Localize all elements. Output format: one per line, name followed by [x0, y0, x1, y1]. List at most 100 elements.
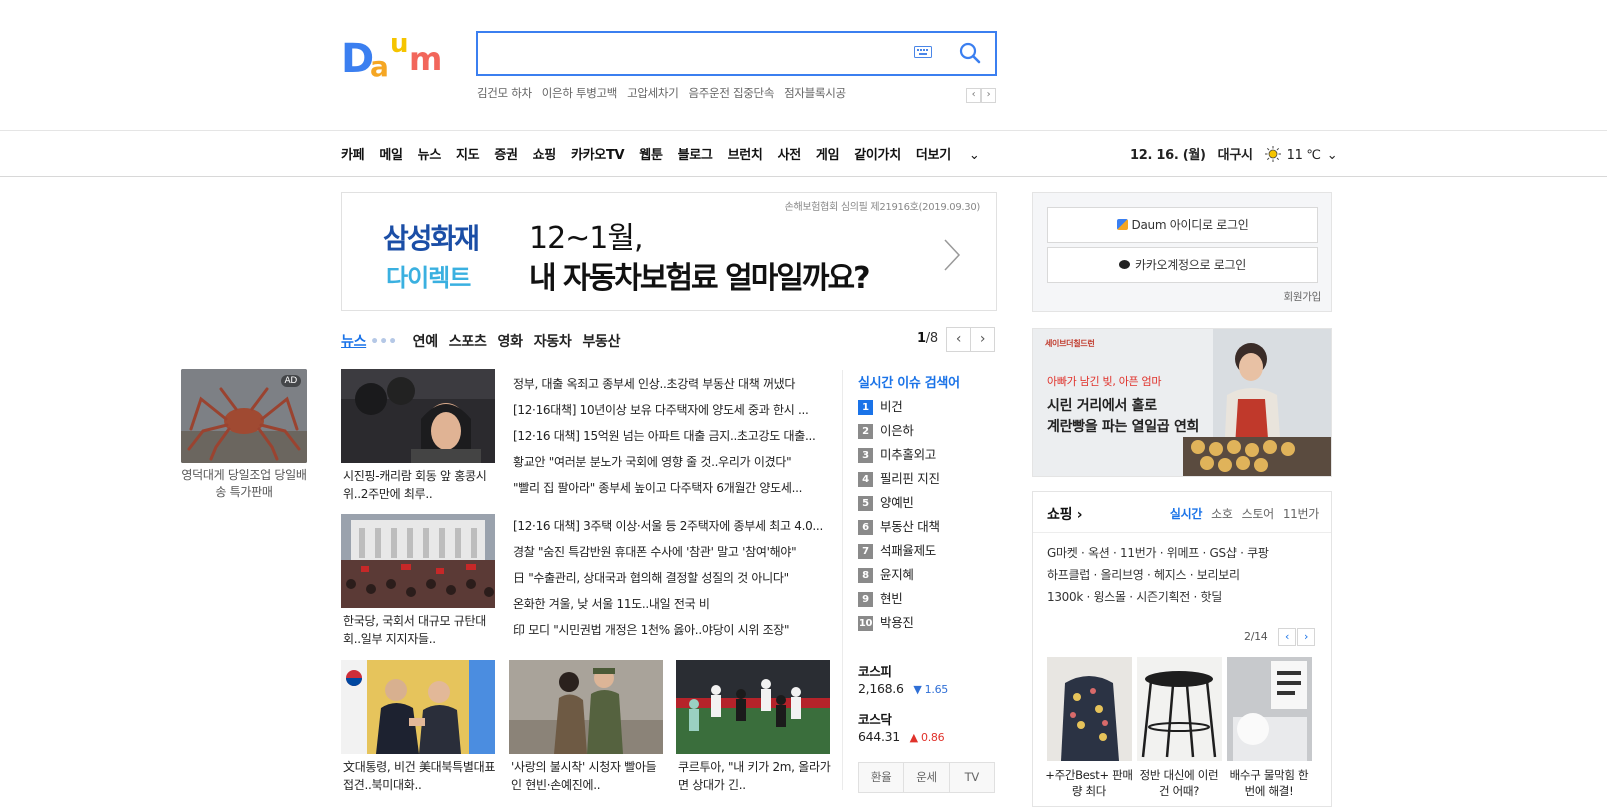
shop-next-button[interactable]: ›: [1297, 628, 1315, 646]
news-photo-4[interactable]: [509, 660, 663, 754]
realtime-item[interactable]: 6 부동산 대책: [858, 516, 940, 535]
realtime-item[interactable]: 1 비건: [858, 396, 903, 415]
realtime-item[interactable]: 2 이은하: [858, 420, 914, 439]
daum-logo[interactable]: D a u m: [341, 29, 459, 83]
news-photo-5[interactable]: [676, 660, 830, 754]
kospi-name[interactable]: 코스피: [858, 661, 892, 680]
nav-map[interactable]: 지도: [456, 148, 480, 163]
news-photo-caption[interactable]: 쿠르투아, "내 키가 2m, 올라가면 상대가 긴..: [678, 758, 834, 794]
realtime-title[interactable]: 실시간 이슈 검색어: [858, 372, 960, 391]
headline-1[interactable]: 정부, 대출 옥죄고 종부세 인상..초강력 부동산 대책 꺼냈다: [513, 375, 829, 391]
nav-together[interactable]: 같이가치: [854, 148, 901, 163]
realtime-item[interactable]: 4 필리핀 지진: [858, 468, 940, 487]
tab-fortune[interactable]: 운세: [904, 763, 950, 792]
tab-sports[interactable]: 스포츠: [449, 334, 487, 350]
shop-tab-store[interactable]: 스토어: [1242, 507, 1275, 521]
trending-keyword[interactable]: 점자블록시공: [784, 86, 846, 100]
tab-movie[interactable]: 영화: [498, 334, 523, 350]
nav-dictionary[interactable]: 사전: [778, 148, 802, 163]
realtime-item[interactable]: 10 박용진: [858, 612, 914, 631]
shop-tab-11st[interactable]: 11번가: [1283, 507, 1319, 521]
tab-car[interactable]: 자동차: [534, 334, 572, 350]
headline-7[interactable]: 경찰 "숨진 특감반원 휴대폰 수사에 '참관' 말고 '참여'해야": [513, 543, 829, 559]
trending-keyword[interactable]: 김건모 하차: [477, 86, 532, 100]
nav-cafe[interactable]: 카페: [341, 148, 365, 163]
realtime-item[interactable]: 5 양예빈: [858, 492, 914, 511]
trending-next-button[interactable]: ›: [981, 88, 996, 103]
svg-text:D: D: [341, 36, 374, 80]
tab-tv[interactable]: TV: [950, 763, 994, 792]
shop-item-caption[interactable]: 정반 대신에 이런건 어때?: [1135, 767, 1223, 799]
headline-10[interactable]: 印 모디 "시민권법 개정은 1천% 옳아..야당이 시위 조장": [513, 621, 829, 637]
trending-keyword[interactable]: 이은하 투병고백: [542, 86, 618, 100]
realtime-item[interactable]: 9 현빈: [858, 588, 903, 607]
nav-kakaotv[interactable]: 카카오TV: [571, 148, 625, 163]
headline-5[interactable]: "빨리 집 팔아라" 종부세 높이고 다주택자 6개월간 양도세...: [513, 479, 829, 495]
news-photo-3[interactable]: [341, 660, 495, 754]
realtime-keyword: 이은하: [880, 423, 914, 438]
news-photo-caption[interactable]: '사랑의 불시착' 시청자 빨아들인 현빈·손예진에..: [511, 758, 667, 794]
news-photo-caption[interactable]: 文대통령, 비건 美대북특별대표 접견..북미대화..: [343, 758, 499, 794]
keyboard-icon[interactable]: [914, 45, 932, 62]
news-photo-caption[interactable]: 한국당, 국회서 대규모 규탄대회..일부 지지자들..: [343, 612, 499, 648]
realtime-item[interactable]: 7 석패율제도: [858, 540, 936, 559]
trending-keyword[interactable]: 고압세차기: [627, 86, 679, 100]
tab-entertainment[interactable]: 연예: [413, 334, 438, 350]
join-link[interactable]: 회원가입: [1284, 289, 1322, 304]
kakao-login-button[interactable]: 카카오계정으로 로그인: [1047, 247, 1318, 283]
headline-4[interactable]: 황교안 "여러분 분노가 국회에 영향 줄 것..우리가 이겼다": [513, 453, 829, 469]
side-ad-text[interactable]: 영덕대게 당일조업 당일배송 특가판매: [177, 467, 311, 501]
headline-3[interactable]: [12·16 대책] 15억원 넘는 아파트 대출 금지..초고강도 대출...: [513, 427, 829, 443]
news-photo-2[interactable]: [341, 514, 495, 608]
nav-game[interactable]: 게임: [816, 148, 840, 163]
tab-realestate[interactable]: 부동산: [582, 334, 620, 350]
shop-tab-soho[interactable]: 소호: [1211, 507, 1233, 521]
shopping-title[interactable]: 쇼핑 ›: [1047, 504, 1083, 524]
trending-prev-button[interactable]: ‹: [966, 88, 981, 103]
weather-chevron-down-icon[interactable]: ⌄: [1327, 148, 1338, 163]
side-ad-image[interactable]: AD: [181, 369, 307, 463]
news-tabs: 뉴스 ••• 연예 스포츠 영화 자동차 부동산: [341, 331, 631, 351]
headline-2[interactable]: [12·16대책] 10년이상 보유 다주택자에 양도세 중과 한시 ...: [513, 401, 829, 417]
nav-more[interactable]: 더보기 ⌄: [916, 148, 995, 163]
headline-6[interactable]: [12·16 대책] 3주택 이상·서울 등 2주택자에 종부세 최고 4.0.…: [513, 517, 829, 533]
news-next-button[interactable]: ›: [970, 327, 995, 352]
login-box: Daum 아이디로 로그인 카카오계정으로 로그인 회원가입: [1032, 192, 1332, 312]
headline-8[interactable]: 日 "수출관리, 상대국과 협의해 결정할 성질의 것 아니다": [513, 569, 829, 585]
news-photo-1[interactable]: [341, 369, 495, 463]
search-input[interactable]: [488, 41, 888, 67]
news-photo-caption[interactable]: 시진핑-캐리람 회동 앞 홍콩시위..2주만에 최루..: [343, 467, 499, 503]
ad-banner[interactable]: 손해보험협회 심의필 제21916호(2019.09.30) 삼성화재 다이렉트…: [341, 192, 997, 311]
headline-9[interactable]: 온화한 겨울, 낮 서울 11도..내일 전국 비: [513, 595, 829, 611]
city-text[interactable]: 대구시: [1218, 148, 1253, 163]
shop-prev-button[interactable]: ‹: [1278, 628, 1296, 646]
nav-brunch[interactable]: 브런치: [728, 148, 763, 163]
shop-links-row1[interactable]: G마켓 · 옥션 · 11번가 · 위메프 · GS샵 · 쿠팡: [1047, 544, 1269, 561]
nav-mail[interactable]: 메일: [379, 148, 403, 163]
shop-tab-realtime[interactable]: 실시간: [1170, 507, 1203, 521]
realtime-item[interactable]: 3 미추홀외고: [858, 444, 936, 463]
nav-blog[interactable]: 블로그: [678, 148, 713, 163]
nav-news[interactable]: 뉴스: [418, 148, 442, 163]
tab-news[interactable]: 뉴스: [341, 334, 366, 350]
shop-item-image-2[interactable]: [1137, 657, 1222, 761]
trending-keyword[interactable]: 음주운전 집중단속: [689, 86, 775, 100]
news-prev-button[interactable]: ‹: [946, 327, 971, 352]
kosdaq-name[interactable]: 코스닥: [858, 709, 892, 728]
daum-login-button[interactable]: Daum 아이디로 로그인: [1047, 207, 1318, 243]
search-icon[interactable]: [959, 42, 981, 67]
kakao-login-label: 카카오계정으로 로그인: [1135, 258, 1246, 272]
shop-links-row3[interactable]: 1300k · 윙스몰 · 시즌기획전 · 핫딜: [1047, 588, 1222, 605]
shop-item-caption[interactable]: +주간Best+ 판매량 최다: [1045, 767, 1133, 799]
nav-shopping[interactable]: 쇼핑: [533, 148, 557, 163]
shop-links-row2[interactable]: 하프클럽 · 올리브영 · 헤지스 · 보리보리: [1047, 566, 1240, 583]
shop-item-caption[interactable]: 배수구 물막힘 한번에 해결!: [1225, 767, 1313, 799]
nav-stock[interactable]: 증권: [494, 148, 518, 163]
nav-webtoon[interactable]: 웹툰: [639, 148, 663, 163]
shop-item-image-3[interactable]: [1227, 657, 1312, 761]
global-nav-items: 카페 메일 뉴스 지도 증권 쇼핑 카카오TV 웹툰 블로그 브런치 사전 게임 같이가치 더보기 ⌄: [341, 144, 1009, 163]
realtime-item[interactable]: 8 윤지혜: [858, 564, 914, 583]
tab-exchange[interactable]: 환율: [859, 763, 905, 792]
shop-item-image-1[interactable]: [1047, 657, 1132, 761]
charity-promo[interactable]: 세이브더칠드런 아빠가 남긴 빚, 아픈 엄마 시린 거리에서 홀로 계란빵을 …: [1032, 328, 1332, 477]
